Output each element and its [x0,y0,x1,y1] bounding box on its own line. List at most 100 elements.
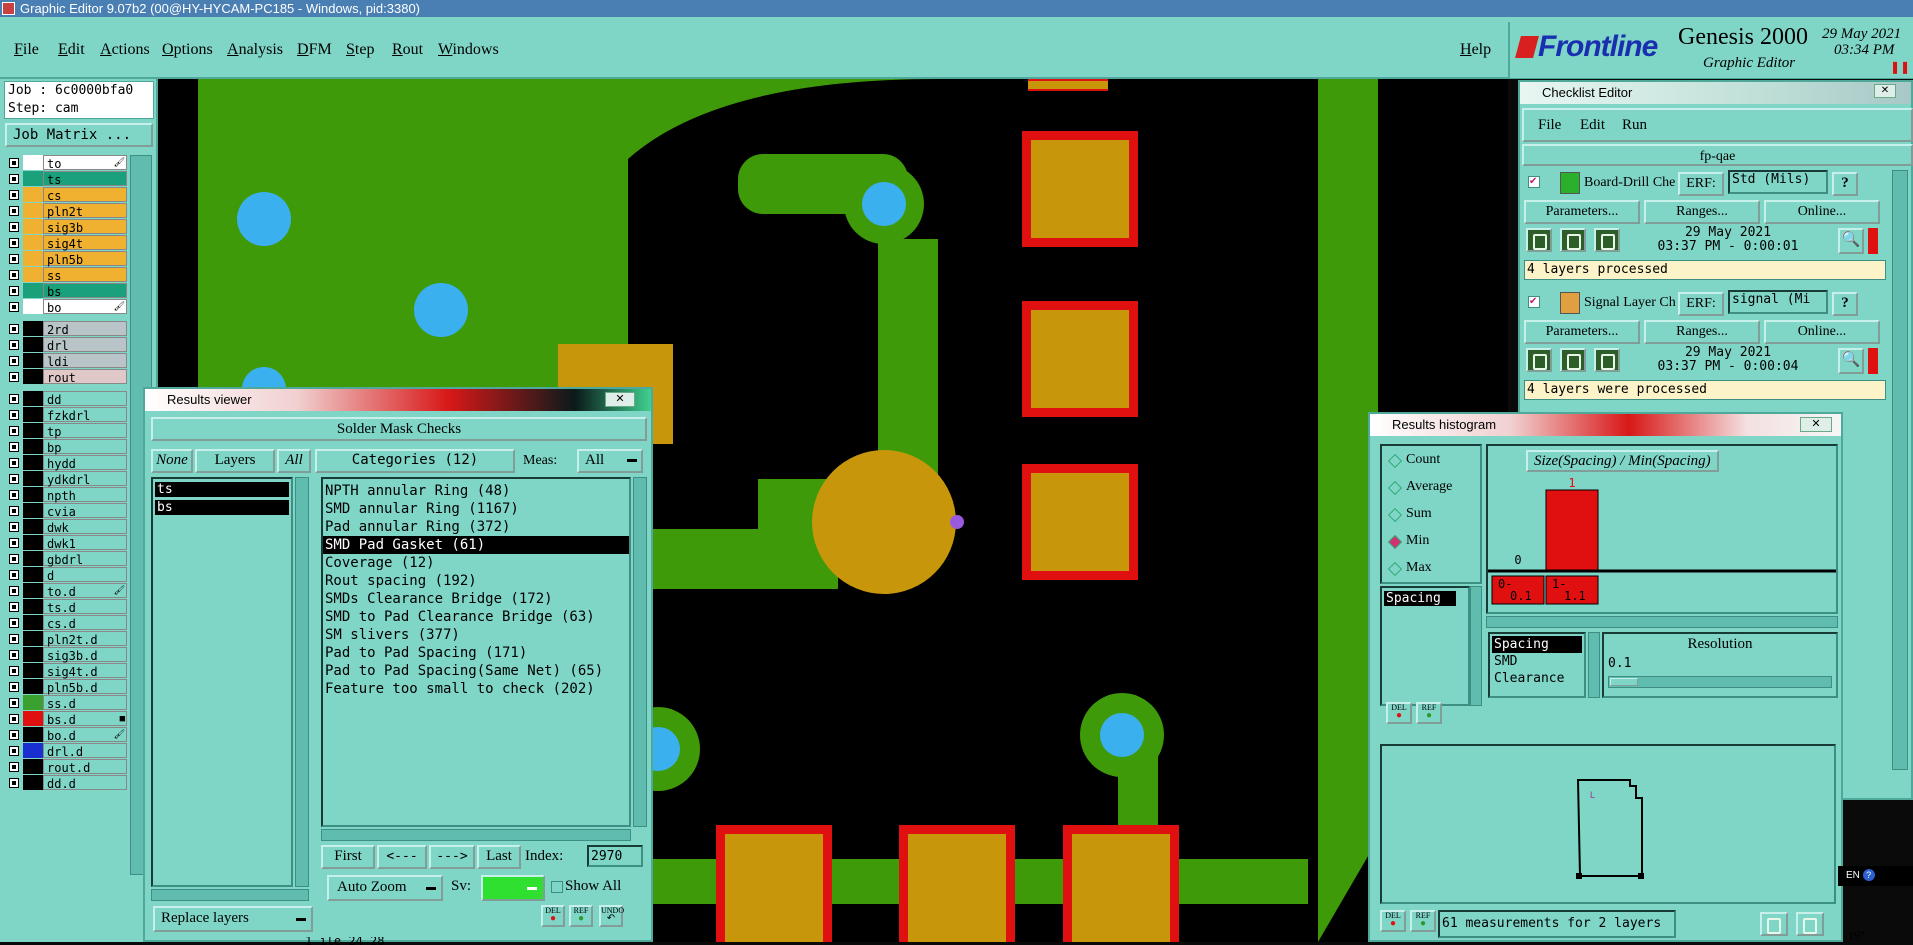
checklist-menu-file[interactable]: File [1538,117,1561,134]
index-input[interactable] [587,845,643,867]
layer-visibility-checkbox[interactable] [9,410,19,420]
resolution-slider-thumb[interactable] [1610,678,1638,686]
layer-color-swatch[interactable] [23,519,43,534]
histogram-attr-list[interactable]: Spacing [1380,586,1470,706]
layer-color-swatch[interactable] [23,727,43,742]
check-online-button[interactable]: Online... [1764,200,1880,224]
check-erf-button[interactable]: ERF: [1678,172,1724,196]
layer-row-ss-d[interactable]: ss.d [5,695,127,711]
last-button[interactable]: Last [477,845,521,869]
check-enable-checkbox[interactable]: ✔ [1528,176,1540,188]
layer-color-swatch[interactable] [23,567,43,582]
fields-vscroll[interactable] [1588,632,1600,698]
layer-color-swatch[interactable] [23,439,43,454]
check-alert-icon[interactable] [1868,348,1878,374]
layer-color-swatch[interactable] [23,407,43,422]
layer-color-swatch[interactable] [23,283,43,298]
layer-row-sig4t-d[interactable]: sig4t.d [5,663,127,679]
category-item[interactable]: Coverage (12) [323,554,629,572]
attr-vscroll[interactable] [1470,586,1482,706]
layer-color-swatch[interactable] [23,583,43,598]
layer-row-rout[interactable]: rout [5,369,127,385]
category-item[interactable]: Pad to Pad Spacing (171) [323,644,629,662]
fields-list[interactable]: Spacing SMD Clearance [1488,632,1586,698]
replace-layers-dropdown[interactable]: Replace layers [153,906,313,932]
layer-color-swatch[interactable] [23,171,43,186]
checklist-menu-edit[interactable]: Edit [1580,117,1605,134]
layer-list-vscroll[interactable] [295,477,309,887]
check-ranges-button[interactable]: Ranges... [1644,200,1760,224]
layer-color-swatch[interactable] [23,679,43,694]
layer-row-pln2t-d[interactable]: pln2t.d [5,631,127,647]
check-alert-icon[interactable] [1868,228,1878,254]
layer-row-bs[interactable]: bs [5,283,127,299]
layer-row-pln5b[interactable]: pln5b [5,251,127,267]
layer-visibility-checkbox[interactable] [9,714,19,724]
layer-color-swatch[interactable] [23,353,43,368]
menu-windows[interactable]: Windows [438,41,499,59]
show-all-checkbox[interactable] [551,881,563,893]
layer-color-swatch[interactable] [23,743,43,758]
layer-row-d[interactable]: d [5,567,127,583]
results-layer-bs[interactable]: bs [155,500,289,515]
results-viewer-titlebar[interactable]: Results viewer [145,389,651,411]
histogram-ref-button[interactable]: REF ● [1416,702,1442,724]
layer-visibility-checkbox[interactable] [9,666,19,676]
run-check-alt-icon[interactable] [1560,228,1586,252]
menu-dfm[interactable]: DFM [297,41,332,59]
layer-visibility-checkbox[interactable] [9,238,19,248]
layer-color-swatch[interactable] [23,455,43,470]
category-item[interactable]: Rout spacing (192) [323,572,629,590]
layer-visibility-checkbox[interactable] [9,394,19,404]
layer-visibility-checkbox[interactable] [9,474,19,484]
category-item[interactable]: SMD to Pad Clearance Bridge (63) [323,608,629,626]
layer-row-bo-d[interactable]: bo.d 🖌 [5,727,127,743]
layer-visibility-checkbox[interactable] [9,762,19,772]
run-check-icon[interactable] [1526,228,1552,252]
layer-visibility-checkbox[interactable] [9,554,19,564]
layer-visibility-checkbox[interactable] [9,634,19,644]
menu-rout[interactable]: Rout [392,41,423,59]
layer-visibility-checkbox[interactable] [9,490,19,500]
histogram-close-button[interactable]: ✕ [1800,417,1832,432]
checklist-menu-run[interactable]: Run [1622,117,1647,134]
results-viewer-close-button[interactable]: ✕ [605,392,635,407]
mode-radio-min[interactable] [1387,534,1403,550]
histogram-bar[interactable] [1545,489,1599,571]
menu-help[interactable]: Help [1460,41,1491,59]
none-button[interactable]: None [151,449,193,473]
field-spacing[interactable]: Spacing [1492,636,1582,653]
checklist-vscroll[interactable] [1892,170,1908,770]
all-button[interactable]: All [277,449,311,473]
layer-color-swatch[interactable] [23,369,43,384]
layer-color-swatch[interactable] [23,551,43,566]
help-icon[interactable]: ? [1862,869,1875,881]
attr-spacing[interactable]: Spacing [1384,591,1456,606]
layer-visibility-checkbox[interactable] [9,426,19,436]
mode-radio-average[interactable] [1387,480,1403,496]
mode-radio-max[interactable] [1387,561,1403,577]
layer-row-dwk[interactable]: dwk [5,519,127,535]
check-enable-checkbox[interactable]: ✔ [1528,296,1540,308]
layer-row-dwk1[interactable]: dwk1 [5,535,127,551]
categories-vscroll[interactable] [633,477,647,827]
layer-visibility-checkbox[interactable] [9,190,19,200]
layer-row-sig3b-d[interactable]: sig3b.d [5,647,127,663]
check-zoom-icon[interactable]: 🔍 [1838,348,1864,374]
layer-row-bs-d[interactable]: bs.d ■ [5,711,127,727]
prev-button[interactable]: <--- [377,845,427,869]
layer-row-2rd[interactable]: 2rd [5,321,127,337]
layer-row-ts[interactable]: ts [5,171,127,187]
layer-visibility-checkbox[interactable] [9,602,19,612]
check-ranges-button[interactable]: Ranges... [1644,320,1760,344]
layer-row-ldi[interactable]: ldi [5,353,127,369]
category-item[interactable]: Pad annular Ring (372) [323,518,629,536]
menu-file[interactable]: File [14,41,39,59]
layer-visibility-checkbox[interactable] [9,158,19,168]
layer-visibility-checkbox[interactable] [9,206,19,216]
layer-color-swatch[interactable] [23,391,43,406]
layers-button[interactable]: Layers [195,449,275,473]
layer-visibility-checkbox[interactable] [9,650,19,660]
menu-options[interactable]: Options [162,41,213,59]
undo-button[interactable]: UNDO ↶ [599,905,624,927]
